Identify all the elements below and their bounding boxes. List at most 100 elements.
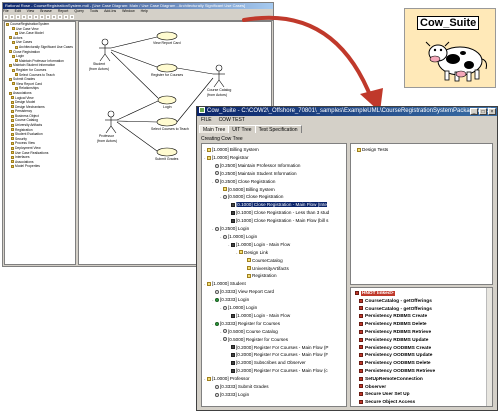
tree-node[interactable]: - [1.0000] Billing System [204, 146, 259, 153]
tab-uit-tree[interactable]: UIT Tree [228, 125, 256, 133]
print-icon[interactable] [40, 15, 44, 19]
design-test-item[interactable]: CourseCatalog - getOfferings [359, 306, 432, 313]
tree-node[interactable]: [0.1000] Close Registration - Less than … [228, 209, 329, 216]
tree-node[interactable]: - [1.0000] Registrar [204, 154, 249, 161]
tree-node[interactable]: - [0.5000] Register for Courses [220, 336, 288, 343]
film-icon [231, 210, 235, 215]
design-test-label: CourseCatalog - getOfferings [365, 298, 432, 304]
design-test-item[interactable]: Observer [359, 384, 386, 391]
zoom-in-icon[interactable] [58, 15, 62, 19]
tree-node[interactable]: [0.3333] Submit Grades [212, 383, 269, 390]
tree-node[interactable]: - [0.3333] Register for Courses [212, 320, 280, 327]
eye-icon [215, 179, 219, 184]
folder-icon [239, 250, 243, 255]
tree-node[interactable]: [0.1000] Close Registration - Main Flow … [228, 201, 327, 208]
tree-node[interactable]: - [1.0000] Professor [204, 375, 250, 382]
eye-icon [223, 195, 227, 200]
tree-node[interactable]: - [1.0000] Student [204, 280, 246, 287]
rose-model-browser[interactable]: CourseRegistrationSystem Use Case View Use… [4, 21, 76, 265]
browser-item[interactable]: Architecturally Significant Use Cases [5, 45, 75, 50]
open-icon[interactable] [10, 15, 14, 19]
eye-icon [223, 337, 227, 342]
design-test-item[interactable]: Persistency RDBMS Create [359, 313, 427, 320]
tree-node[interactable]: - [0.2500] Login [212, 225, 249, 232]
tree-node-label: [0.3333] Submit Grades [220, 384, 269, 389]
design-test-item[interactable]: Persistency OODBMS Update [359, 352, 432, 359]
tab-test-specification[interactable]: Test Specification [254, 125, 302, 133]
tree-node[interactable]: - [0.5000] Close Registration [220, 193, 283, 200]
design-test-item[interactable]: Secure User Set Up [359, 391, 410, 398]
not-linked-panel[interactable]: HNOT linked> CourseCatalog - getOfferings… [350, 287, 493, 407]
design-test-item[interactable]: Secure Object Access [359, 399, 415, 406]
maximize-button[interactable]: □ [479, 108, 487, 115]
vertical-scrollbar[interactable] [486, 288, 492, 406]
design-tests-panel[interactable]: - Design Tests [350, 143, 493, 285]
design-test-item[interactable]: Persistency OODBMS Create [359, 345, 431, 352]
rose-menu-item[interactable]: Query [74, 9, 84, 13]
design-test-item[interactable]: Persistency OODBMS Retrieve [359, 368, 435, 375]
tree-node[interactable]: - Design Link [236, 249, 268, 256]
tree-node[interactable]: - [0.2500] Close Registration [212, 178, 275, 185]
rose-menu-item[interactable]: Report [58, 9, 69, 13]
uc-select-courses-label: Select Courses to Teach [151, 127, 189, 131]
tree-node[interactable]: [0.2500] Maintain Professor Information [212, 162, 300, 169]
tree-node[interactable]: [0.2500] Maintain Student Information [212, 170, 297, 177]
not-linked-header[interactable]: HNOT linked> [355, 290, 395, 297]
tree-node[interactable]: [0.2000] Subscribes and Observer [228, 359, 306, 366]
rose-menu-item[interactable]: Edit [15, 9, 21, 13]
menu-cow-test[interactable]: COW TEST [219, 117, 245, 123]
tree-node[interactable]: Registration [244, 272, 277, 279]
minimize-button[interactable]: _ [470, 108, 478, 115]
tree-node[interactable]: - [1.0000] Login - Main Flow [228, 241, 290, 248]
cut-icon[interactable] [22, 15, 26, 19]
design-test-item[interactable]: Persistency OODBMS Delete [359, 360, 431, 367]
save-icon[interactable] [16, 15, 20, 19]
design-test-item[interactable]: Persistency RDBMS Update [359, 337, 428, 344]
rose-menu-item[interactable]: Add-Ins [104, 9, 116, 13]
tree-node[interactable]: [0.3333] View Report Card [212, 288, 274, 295]
tree-node[interactable]: - [0.5000] Course Catalog [220, 328, 278, 335]
rose-menu-item[interactable]: Browse [40, 9, 52, 13]
design-test-item[interactable]: CourseCatalog - getOfferings [359, 298, 432, 305]
tree-node[interactable]: - [1.0000] Login [220, 233, 257, 240]
tree-node[interactable]: [0.2000] Register For Courses - Main Flo… [228, 344, 328, 351]
design-tests-root[interactable]: - Design Tests [354, 146, 388, 153]
close-button[interactable]: × [488, 108, 496, 115]
tree-node[interactable]: [0.2000] Register For Courses - Main Flo… [228, 351, 328, 358]
tree-node[interactable]: [0.5000] Billing System [220, 186, 275, 193]
cow-main-tree[interactable]: - [1.0000] Billing System - [1.0000] Regist… [201, 143, 347, 407]
fit-icon[interactable] [70, 15, 74, 19]
design-test-item[interactable]: SetUpRemoteConnection [359, 376, 423, 383]
tab-main-tree[interactable]: Main Tree [199, 125, 230, 133]
tree-node[interactable]: - [1.0000] Login [220, 304, 257, 311]
help-icon[interactable] [46, 15, 50, 19]
tree-node[interactable]: UniversityArtifacts [244, 265, 289, 272]
tree-node[interactable]: CourseCatalog [244, 257, 283, 264]
tree-node-label: [0.5000] Billing System [228, 186, 275, 192]
rose-menu-item[interactable]: File [3, 9, 9, 13]
menu-file[interactable]: FILE [201, 117, 212, 123]
tree-node[interactable]: [1.0000] Login - Main Flow [228, 312, 290, 319]
tree-node[interactable]: [0.1000] Close Registration - Main Flow … [228, 217, 328, 224]
tree-node[interactable]: [0.3333] Login [212, 391, 249, 398]
browse-icon[interactable] [52, 15, 56, 19]
design-test-item[interactable]: Persistency RDBMS Retrieve [359, 329, 431, 336]
folder-icon [207, 376, 211, 381]
copy-icon[interactable] [28, 15, 32, 19]
rose-menu-item[interactable]: Tools [90, 9, 98, 13]
zoom-out-icon[interactable] [64, 15, 68, 19]
paste-icon[interactable] [34, 15, 38, 19]
red-square-icon [359, 360, 363, 365]
tree-node[interactable]: [0.2000] Register For Courses - Main Flo… [228, 367, 328, 374]
rose-menu-item[interactable]: Window [122, 9, 134, 13]
eye-icon [215, 392, 219, 397]
new-icon[interactable] [4, 15, 8, 19]
design-test-item[interactable]: Persistency RDBMS Delete [359, 321, 427, 328]
tree-node-label: [0.2000] Register For Courses - Main Flo… [236, 352, 329, 358]
rose-menu-item[interactable]: Help [141, 9, 148, 13]
tree-node[interactable]: - [0.3333] Login [212, 296, 249, 303]
browser-item[interactable]: Model Properties [5, 164, 75, 169]
tree-node-label: [0.2500] Maintain Student Information [220, 170, 297, 176]
rose-menu-item[interactable]: View [27, 9, 35, 13]
eye-icon [215, 384, 219, 389]
